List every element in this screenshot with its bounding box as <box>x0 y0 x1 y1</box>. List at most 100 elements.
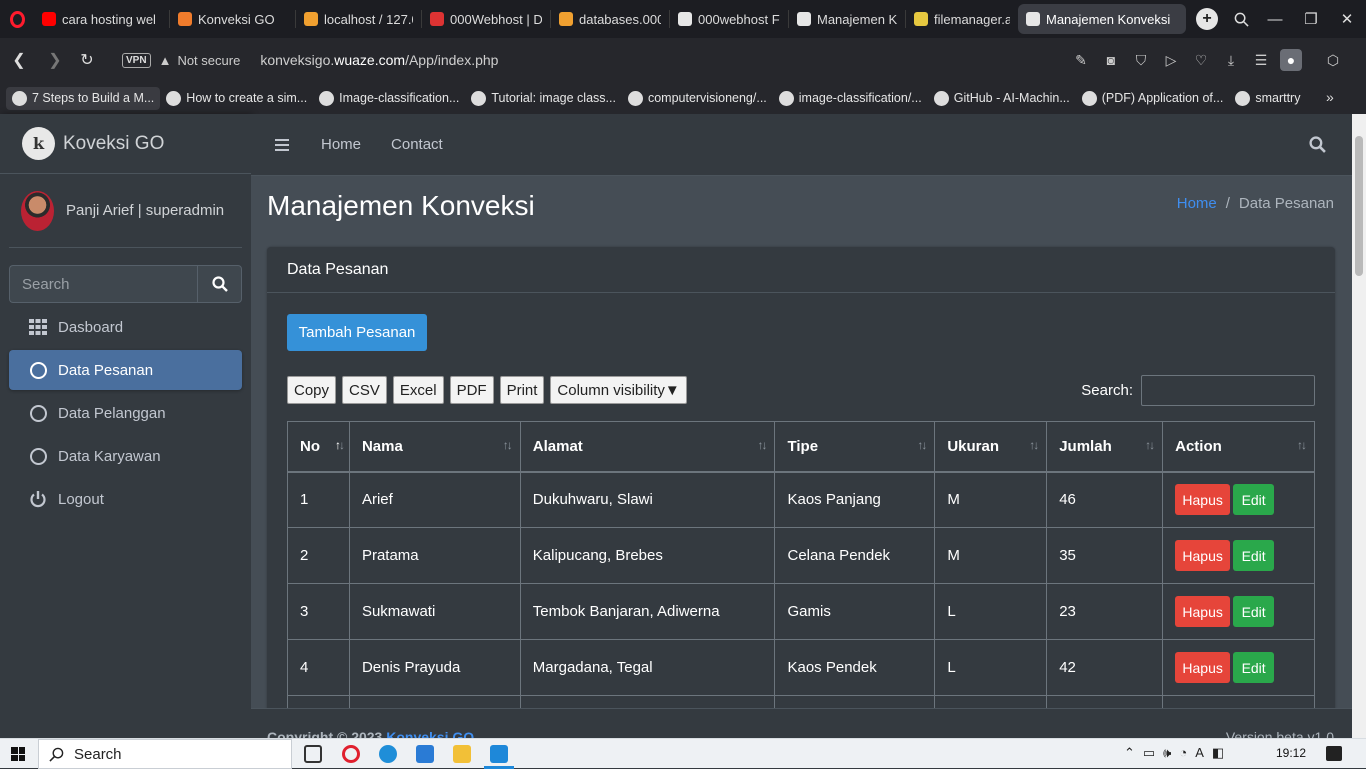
edit-button[interactable]: Edit <box>1233 652 1275 683</box>
column-header-tipe[interactable]: Tipe ↑↓ <box>774 421 936 473</box>
bookmark-item[interactable]: GitHub - AI-Machin... <box>928 87 1076 110</box>
camera-icon[interactable]: ◙ <box>1101 50 1121 70</box>
taskbar-search[interactable]: Search <box>38 739 292 769</box>
opera-logo-icon[interactable] <box>0 10 34 28</box>
column-header-alamat[interactable]: Alamat ↑↓ <box>519 421 776 473</box>
bookmark-label: Tutorial: image class... <box>491 91 616 105</box>
edge-icon[interactable] <box>379 745 397 763</box>
security-indicator[interactable]: ▲ Not secure <box>159 53 241 68</box>
browser-tab[interactable]: localhost / 127.0 <box>296 4 421 34</box>
bookmark-item[interactable]: (PDF) Application of... <box>1076 87 1230 110</box>
back-icon[interactable]: ❮ <box>4 45 34 75</box>
column-header-no[interactable]: No ↑↓ <box>287 421 350 473</box>
sort-icon: ↑↓ <box>1297 438 1307 452</box>
edit-button[interactable]: Edit <box>1233 596 1275 627</box>
edit-button[interactable]: Edit <box>1233 540 1275 571</box>
delete-button[interactable]: Hapus <box>1175 484 1231 516</box>
breadcrumb-home[interactable]: Home <box>1177 195 1217 212</box>
orders-card: Data Pesanan Tambah Pesanan Copy CSV Excel… <box>267 247 1335 738</box>
bookmark-item[interactable]: Tutorial: image class... <box>465 87 622 110</box>
bookmark-item[interactable]: Image-classification... <box>313 87 465 110</box>
export-button-column-visibility[interactable]: Column visibility▼ <box>550 376 687 404</box>
browser-tab[interactable]: Manajemen Konveksi <box>1018 4 1186 34</box>
extensions-icon[interactable]: ⬡ <box>1323 50 1343 70</box>
hamburger-icon[interactable] <box>275 138 289 151</box>
brand-name: Koveksi GO <box>63 132 165 154</box>
opera-taskbar-icon[interactable] <box>342 745 360 763</box>
play-icon[interactable]: ▷ <box>1161 50 1181 70</box>
browser-tab[interactable]: 000Webhost | Da <box>422 4 550 34</box>
new-tab-button[interactable]: + <box>1196 8 1218 30</box>
sidebar-item-logout[interactable]: Logout <box>9 479 242 519</box>
url-field[interactable]: konveksigo.wuaze.com/App/index.php <box>260 52 498 68</box>
more-bookmarks-icon[interactable]: » <box>1326 89 1334 105</box>
download-icon[interactable]: ⤓ <box>1221 50 1241 70</box>
bookmark-item[interactable]: image-classification/... <box>773 87 928 110</box>
footer-brand-link[interactable]: Konveksi GO <box>386 729 474 738</box>
clock[interactable]: 19:12 <box>1276 746 1306 760</box>
browser-tab[interactable]: Manajemen Kon <box>789 4 905 34</box>
bookmark-item[interactable]: smarttry <box>1229 87 1306 110</box>
column-header-ukuran[interactable]: Ukuran ↑↓ <box>934 421 1048 473</box>
brand-link[interactable]: k Koveksi GO <box>0 114 251 174</box>
tab-title: filemanager.ai <box>934 11 1010 27</box>
browser-tab[interactable]: cara hosting wel <box>34 4 169 34</box>
column-header-action[interactable]: Action ↑↓ <box>1162 421 1315 473</box>
forward-icon[interactable]: ❯ <box>40 45 70 75</box>
browser-tab[interactable]: 000webhost File <box>670 4 788 34</box>
sort-icon: ↑↓ <box>757 438 767 452</box>
restore-icon[interactable]: ❐ <box>1298 6 1324 32</box>
mail-icon[interactable] <box>416 745 434 763</box>
page-scrollbar[interactable] <box>1352 114 1366 738</box>
task-view-icon[interactable] <box>304 745 322 763</box>
browser-tab[interactable]: Konveksi GO <box>170 4 295 34</box>
menu-lines-icon[interactable]: ☰ <box>1251 50 1271 70</box>
export-button-copy[interactable]: Copy <box>287 376 337 404</box>
circle-icon <box>29 361 47 379</box>
delete-button[interactable]: Hapus <box>1175 596 1231 627</box>
heart-icon[interactable]: ♡ <box>1191 50 1211 70</box>
browser-tab[interactable]: filemanager.ai <box>906 4 1018 34</box>
sidebar-item-data-karyawan[interactable]: Data Karyawan <box>9 436 242 476</box>
breadcrumb-current: Data Pesanan <box>1238 195 1334 212</box>
column-header-nama[interactable]: Nama ↑↓ <box>348 421 521 473</box>
user-panel[interactable]: Panji Arief | superadmin <box>9 174 242 248</box>
export-button-pdf[interactable]: PDF <box>449 376 494 404</box>
add-order-button[interactable]: Tambah Pesanan <box>287 314 427 351</box>
sidebar-item-data-pelanggan[interactable]: Data Pelanggan <box>9 393 242 433</box>
nav-link-home[interactable]: Home <box>321 136 361 153</box>
notification-icon[interactable] <box>1326 746 1342 761</box>
search-tabs-icon[interactable] <box>1228 6 1254 32</box>
windows-start-icon[interactable] <box>11 747 25 761</box>
sidebar-search-input[interactable] <box>9 265 197 303</box>
reload-icon[interactable]: ↻ <box>72 45 102 75</box>
export-button-print[interactable]: Print <box>499 376 545 404</box>
browser-tab[interactable]: databases.000we <box>551 4 669 34</box>
edit-button[interactable]: Edit <box>1233 484 1275 516</box>
bookmark-item[interactable]: 7 Steps to Build a M... <box>6 86 161 110</box>
minimize-icon[interactable]: — <box>1262 6 1288 32</box>
delete-button[interactable]: Hapus <box>1175 540 1231 571</box>
delete-button[interactable]: Hapus <box>1175 652 1231 683</box>
table-search: Search: <box>1081 375 1315 406</box>
table-search-input[interactable] <box>1141 375 1315 406</box>
profile-icon[interactable]: ● <box>1280 49 1302 71</box>
system-tray-icons[interactable]: ⌃▭🕪◔A◧ <box>1124 745 1232 761</box>
bookmark-item[interactable]: computervisioneng/... <box>622 87 773 110</box>
navbar-search-icon[interactable] <box>1309 136 1326 156</box>
scrollbar-thumb[interactable] <box>1355 136 1363 276</box>
shield-icon[interactable]: ⛉ <box>1131 50 1151 70</box>
bookmark-item[interactable]: How to create a sim... <box>160 87 313 110</box>
export-button-csv[interactable]: CSV <box>342 376 387 404</box>
file-explorer-icon[interactable] <box>453 745 471 763</box>
sidebar-item-data-pesanan[interactable]: Data Pesanan <box>9 350 242 390</box>
export-button-excel[interactable]: Excel <box>392 376 444 404</box>
vscode-icon[interactable] <box>490 745 508 763</box>
close-icon[interactable]: ✕ <box>1334 6 1360 32</box>
column-header-jumlah[interactable]: Jumlah ↑↓ <box>1046 421 1164 473</box>
sidebar-item-dasboard[interactable]: Dasboard <box>9 307 242 347</box>
vpn-badge[interactable]: VPN <box>122 52 151 68</box>
nav-link-contact[interactable]: Contact <box>391 136 443 153</box>
edit-icon[interactable]: ✎ <box>1071 50 1091 70</box>
sidebar-search-button[interactable] <box>197 265 242 303</box>
